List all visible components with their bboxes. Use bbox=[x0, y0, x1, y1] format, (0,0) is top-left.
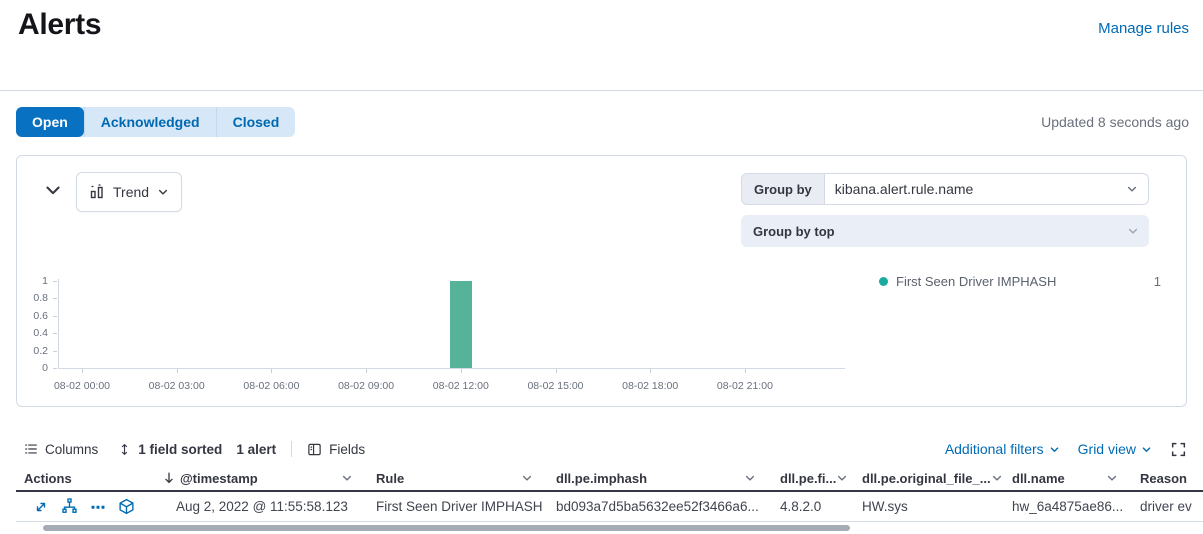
cell-original-file-name: HW.sys bbox=[848, 492, 1002, 521]
page-title: Alerts bbox=[18, 8, 101, 42]
toolbar-divider bbox=[291, 441, 292, 457]
grid-view-label: Grid view bbox=[1078, 441, 1136, 457]
group-by-top-select[interactable]: Group by top bbox=[741, 215, 1149, 247]
y-axis bbox=[58, 279, 59, 369]
group-by-value: kibana.alert.rule.name bbox=[825, 174, 1126, 204]
expand-icon[interactable] bbox=[33, 499, 49, 515]
x-axis-label: 08-02 15:00 bbox=[527, 380, 583, 392]
grid-toolbar-right: Additional filters Grid view bbox=[945, 438, 1187, 460]
cell-imphash: bd093a7d5ba5632ee52f3466a6... bbox=[545, 492, 768, 521]
column-menu-chevron-icon[interactable] bbox=[521, 472, 533, 484]
trend-bar bbox=[450, 281, 472, 368]
list-icon bbox=[24, 442, 38, 456]
column-header-actions: Actions bbox=[16, 466, 160, 490]
column-header-dll-name[interactable]: dll.name bbox=[1002, 466, 1130, 490]
collapse-chart-button[interactable] bbox=[43, 180, 63, 200]
column-menu-chevron-icon[interactable] bbox=[341, 472, 353, 484]
alert-row: Aug 2, 2022 @ 11:55:58.123 First Seen Dr… bbox=[16, 492, 1203, 522]
cell-dll-name: hw_6a4875ae86... bbox=[1002, 492, 1130, 521]
legend-swatch bbox=[879, 277, 888, 286]
header-divider bbox=[0, 90, 1203, 91]
cell-reason: driver ev bbox=[1130, 492, 1203, 521]
status-tab-closed[interactable]: Closed bbox=[216, 107, 296, 137]
status-tab-open[interactable]: Open bbox=[16, 107, 84, 137]
grid-header-row: Actions @timestamp Rule dll.pe.imphash d… bbox=[16, 466, 1203, 492]
horizontal-scrollbar[interactable] bbox=[43, 525, 850, 531]
column-header-reason[interactable]: Reason bbox=[1130, 466, 1203, 490]
updated-timestamp: Updated 8 seconds ago bbox=[1041, 114, 1189, 130]
chevron-down-icon bbox=[1141, 444, 1152, 455]
chevron-down-icon bbox=[1049, 444, 1060, 455]
session-view-icon[interactable] bbox=[118, 498, 135, 515]
column-header-imphash[interactable]: dll.pe.imphash bbox=[545, 466, 768, 490]
x-axis-label: 08-02 09:00 bbox=[338, 380, 394, 392]
column-menu-chevron-icon[interactable] bbox=[836, 472, 848, 484]
x-axis-label: 08-02 00:00 bbox=[54, 380, 110, 392]
grid-view-button[interactable]: Grid view bbox=[1078, 441, 1152, 457]
more-actions-icon[interactable] bbox=[90, 499, 106, 515]
column-menu-chevron-icon[interactable] bbox=[744, 472, 756, 484]
group-by-select[interactable]: Group by kibana.alert.rule.name bbox=[741, 173, 1149, 205]
x-axis-label: 08-02 06:00 bbox=[243, 380, 299, 392]
cell-timestamp: Aug 2, 2022 @ 11:55:58.123 bbox=[160, 492, 365, 521]
sorted-fields-label: 1 field sorted bbox=[138, 442, 222, 457]
column-header-file-version[interactable]: dll.pe.fi... bbox=[768, 466, 848, 490]
x-axis-label: 08-02 12:00 bbox=[433, 380, 489, 392]
chevron-down-icon bbox=[157, 186, 169, 198]
legend-item[interactable]: First Seen Driver IMPHASH 1 bbox=[873, 272, 1165, 290]
chart-view-label: Trend bbox=[113, 184, 149, 200]
chevron-down-icon bbox=[43, 180, 63, 200]
analyze-event-icon[interactable] bbox=[61, 498, 78, 515]
status-tab-acknowledged[interactable]: Acknowledged bbox=[84, 107, 216, 137]
additional-filters-label: Additional filters bbox=[945, 441, 1044, 457]
sort-icon bbox=[118, 443, 131, 456]
manage-rules-link[interactable]: Manage rules bbox=[1098, 20, 1189, 37]
alert-status-filter-group: Open Acknowledged Closed bbox=[16, 107, 295, 137]
fields-label: Fields bbox=[329, 442, 365, 457]
sort-fields-button[interactable]: 1 field sorted bbox=[118, 442, 222, 457]
additional-filters-button[interactable]: Additional filters bbox=[945, 441, 1060, 457]
legend-value: 1 bbox=[1154, 274, 1165, 289]
column-header-rule[interactable]: Rule bbox=[365, 466, 545, 490]
columns-button[interactable]: Columns bbox=[24, 442, 98, 457]
column-menu-chevron-icon[interactable] bbox=[991, 472, 1002, 484]
bar-chart-icon bbox=[89, 184, 105, 200]
group-by-top-label: Group by top bbox=[741, 224, 1127, 239]
fields-icon bbox=[307, 442, 322, 457]
x-axis-label: 08-02 21:00 bbox=[717, 380, 773, 392]
column-header-original-file-name[interactable]: dll.pe.original_file_... bbox=[848, 466, 1002, 490]
grid-toolbar-left: Columns 1 field sorted 1 alert Fields bbox=[24, 439, 365, 459]
chart-view-selector[interactable]: Trend bbox=[76, 172, 182, 212]
columns-label: Columns bbox=[45, 442, 98, 457]
trend-chart-panel: Trend Group by kibana.alert.rule.name Gr… bbox=[16, 155, 1187, 407]
chevron-down-icon bbox=[1127, 225, 1149, 237]
fullscreen-button[interactable] bbox=[1170, 441, 1187, 458]
group-by-label: Group by bbox=[742, 174, 825, 204]
fields-button[interactable]: Fields bbox=[307, 442, 365, 457]
chevron-down-icon bbox=[1126, 174, 1148, 204]
alerts-page: Alerts Manage rules Open Acknowledged Cl… bbox=[0, 0, 1203, 534]
sort-desc-icon bbox=[160, 471, 176, 485]
cell-rule: First Seen Driver IMPHASH bbox=[365, 492, 545, 521]
cell-file-version: 4.8.2.0 bbox=[768, 492, 848, 521]
legend-label: First Seen Driver IMPHASH bbox=[896, 274, 1154, 289]
fullscreen-icon bbox=[1170, 441, 1187, 458]
column-header-timestamp[interactable]: @timestamp bbox=[160, 466, 365, 490]
x-axis-label: 08-02 18:00 bbox=[622, 380, 678, 392]
column-menu-chevron-icon[interactable] bbox=[1106, 472, 1118, 484]
alert-count: 1 alert bbox=[236, 442, 276, 457]
x-axis-label: 08-02 03:00 bbox=[149, 380, 205, 392]
row-actions bbox=[16, 498, 135, 515]
